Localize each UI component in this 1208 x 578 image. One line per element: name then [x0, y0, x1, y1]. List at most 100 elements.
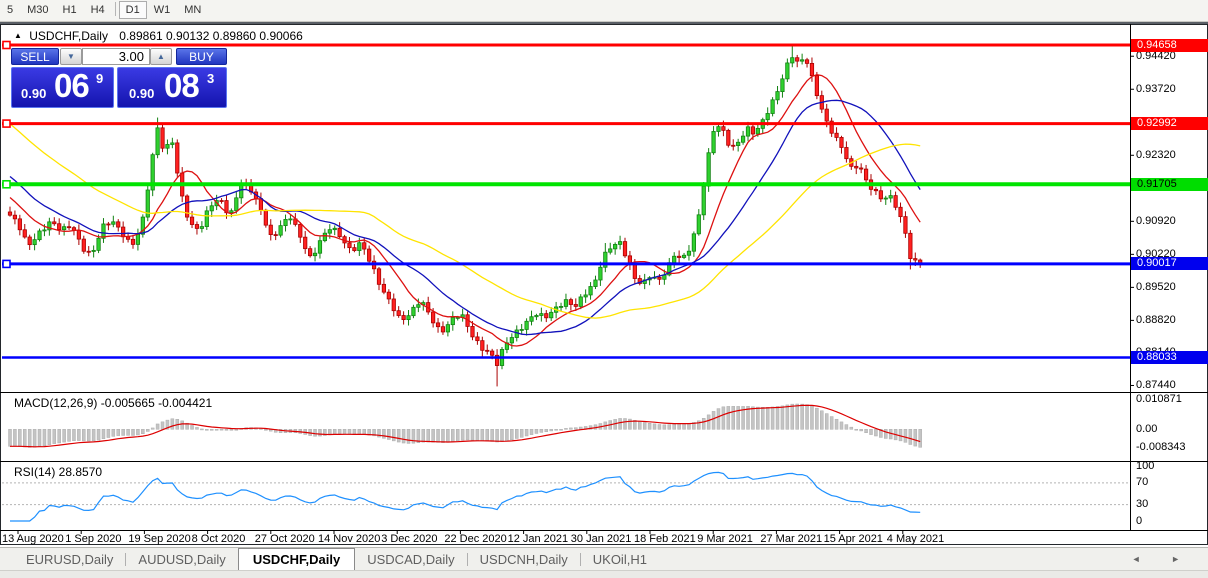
buy-button[interactable]: BUY	[176, 48, 227, 65]
timeframe-button-w1[interactable]: W1	[147, 1, 178, 19]
volume-increase-button[interactable]: ▲	[150, 48, 172, 65]
price-badge-0.91705: 0.91705	[1131, 177, 1208, 191]
rsi-label: RSI(14) 28.8570	[14, 465, 103, 479]
macd-hist-bar	[790, 403, 795, 430]
candle-body	[283, 219, 288, 227]
candle-body	[898, 206, 903, 218]
price-badge-0.90017: 0.90017	[1131, 257, 1208, 271]
candle-body	[863, 168, 869, 181]
buy-price-digits: 08	[164, 67, 200, 104]
candle-body	[859, 167, 864, 170]
date-label: 14 Nov 2020	[318, 533, 381, 545]
macd-hist-bar	[401, 429, 406, 444]
macd-hist-bar	[765, 407, 770, 430]
candle-body	[175, 142, 180, 174]
macd-hist-bar	[524, 429, 529, 437]
macd-hist-bar	[421, 429, 426, 443]
candle-body	[327, 229, 332, 234]
candle-body	[470, 326, 475, 338]
price-tick-0.93720: 0.93720	[1136, 82, 1176, 95]
macd-hist-bar	[475, 429, 480, 441]
candle-body	[12, 214, 18, 220]
candle-body	[91, 249, 96, 252]
timeframe-button-mn[interactable]: MN	[177, 1, 208, 19]
candle-body	[445, 324, 450, 333]
macd-hist-bar	[23, 429, 27, 448]
macd-hist-bar	[200, 428, 204, 431]
volume-decrease-button[interactable]: ▼	[60, 48, 82, 65]
macd-hist-bar	[382, 429, 386, 439]
hline-handle-0.94658[interactable]	[2, 40, 11, 50]
tab-ukoil[interactable]: UKOil,H1	[581, 548, 659, 570]
macd-hist-bar	[913, 429, 918, 447]
macd-hist-bar	[824, 413, 829, 430]
macd-hist-bar	[829, 416, 834, 430]
volume-input[interactable]	[82, 48, 150, 65]
macd-hist-bar	[623, 418, 627, 430]
candle-body	[657, 276, 662, 280]
macd-hist-bar	[618, 418, 622, 430]
macd-hist-bar	[155, 423, 160, 430]
candle-body	[32, 239, 37, 246]
macd-hist-bar	[519, 429, 524, 438]
macd-hist-bar	[214, 429, 219, 431]
tab-usdcad[interactable]: USDCAD,Daily	[355, 548, 466, 570]
macd-hist-bar	[219, 428, 224, 431]
macd-hist-bar	[564, 428, 568, 430]
sell-button[interactable]: SELL	[11, 48, 59, 65]
macd-hist-bar	[529, 429, 534, 435]
candle-body	[726, 129, 731, 146]
candle-body	[37, 230, 42, 241]
macd-hist-bar	[805, 404, 809, 430]
macd-hist-bar	[205, 429, 209, 431]
candle-body	[888, 195, 893, 199]
hline-handle-0.90017[interactable]	[2, 259, 11, 269]
tab-audusd[interactable]: AUDUSD,Daily	[126, 548, 237, 570]
timeframe-button-5[interactable]: 5	[0, 1, 20, 19]
macd-hist-bar	[559, 429, 563, 431]
timeframe-button-h1[interactable]: H1	[56, 1, 84, 19]
date-label: 4 May 2021	[886, 533, 945, 545]
rsi-tick-100: 100	[1136, 460, 1155, 472]
tab-eurusd[interactable]: EURUSD,Daily	[14, 548, 125, 570]
candle-body	[677, 255, 682, 258]
buy-price-button[interactable]: 0.90 08 3	[117, 67, 227, 108]
macd-hist-bar	[869, 429, 873, 435]
timeframe-button-d1[interactable]: D1	[118, 1, 147, 19]
candle-body	[745, 126, 751, 137]
hline-handle-0.91705[interactable]	[2, 179, 11, 189]
candle-body	[96, 237, 101, 251]
candle-body	[804, 59, 810, 64]
candle-body	[549, 311, 554, 319]
tab-usdchf[interactable]: USDCHF,Daily	[237, 548, 356, 571]
candle-body	[809, 63, 815, 77]
candle-body	[268, 224, 273, 235]
collapse-arrow-icon[interactable]: ▲	[14, 31, 22, 40]
timeframe-button-m30[interactable]: M30	[20, 1, 55, 19]
macd-hist-bar	[638, 421, 642, 430]
candle-body	[189, 216, 195, 225]
macd-hist-bar	[854, 428, 858, 431]
sell-price-button[interactable]: 0.90 06 9	[11, 67, 114, 108]
candle-body	[42, 229, 47, 232]
macd-hist-bar	[67, 429, 71, 442]
candle-body	[770, 99, 775, 114]
candle-body	[165, 144, 170, 149]
timeframe-button-h4[interactable]: H4	[84, 1, 112, 19]
symbol-tab-bar: EURUSD,Daily AUDUSD,Daily USDCHF,Daily USDC…	[0, 547, 1208, 571]
macd-hist-bar	[711, 411, 716, 430]
status-strip	[0, 570, 1208, 578]
macd-hist-bar	[716, 408, 721, 430]
macd-hist-bar	[490, 429, 494, 442]
candle-body	[529, 316, 534, 322]
macd-hist-bar	[515, 429, 519, 439]
price-badge-0.94658: 0.94658	[1131, 38, 1208, 52]
tab-scroll-arrows[interactable]: ◄ ►	[1132, 554, 1194, 564]
tab-usdcnh[interactable]: USDCNH,Daily	[468, 548, 580, 570]
candle-body	[7, 211, 13, 216]
macd-hist-bar	[436, 429, 440, 443]
rsi-tick-30: 30	[1136, 498, 1149, 511]
hline-handle-0.92992[interactable]	[2, 119, 11, 128]
timeframe-toolbar: 5 M30 H1 H4 D1 W1 MN	[0, 0, 1208, 22]
candle-body	[524, 320, 529, 330]
